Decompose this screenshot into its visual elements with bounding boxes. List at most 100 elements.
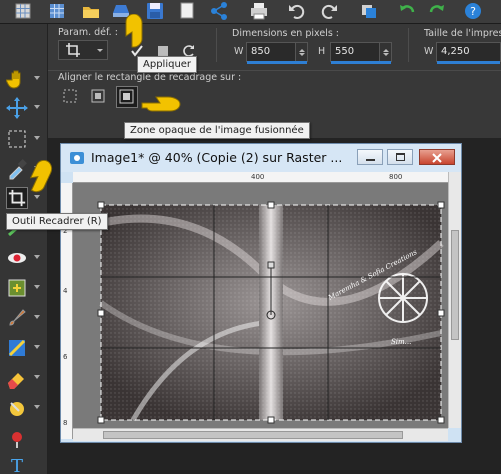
align-layer-icon [91,89,105,103]
text-frame-icon[interactable] [6,277,28,299]
fill-icon[interactable] [6,397,28,419]
print-icon[interactable] [250,2,268,20]
print-size-label: Taille de l'impression [424,28,501,39]
image-content [97,201,445,424]
grid-icon[interactable] [14,2,32,20]
window-title: Image1* @ 40% (Copie (2) sur Raster ... [91,150,343,165]
height-spinner[interactable] [379,43,391,61]
chevron-down-icon[interactable] [34,345,40,349]
ruler-label: 800 [389,173,403,181]
align-opaque-merged-button[interactable] [116,86,138,108]
clone-brush-icon[interactable] [6,337,28,359]
horizontal-ruler: 400 800 [73,172,448,183]
layers-icon[interactable] [360,2,378,20]
preset-dropdown[interactable] [58,40,108,60]
print-width-field[interactable]: 4,250 [436,42,501,64]
height-label: H [318,46,326,57]
minimize-button[interactable] [357,149,383,165]
width-spinner[interactable] [295,43,307,61]
app-root: ? Param. déf. : Dimensions en pixels : W… [0,0,501,474]
align-layer-button[interactable] [88,86,108,106]
print-width-label: W [424,46,434,57]
separator [408,28,409,62]
eraser-icon[interactable] [6,367,28,389]
print-width-slider-bar[interactable] [437,61,500,64]
pointer-hand-icon [125,14,143,48]
window-titlebar[interactable]: Image1* @ 40% (Copie (2) sur Raster ... [61,144,461,172]
width-slider-bar[interactable] [247,61,307,64]
eyedropper-icon[interactable] [6,158,28,180]
scrollbar-thumb[interactable] [103,431,403,439]
apply-tooltip: Appliquer [137,56,198,73]
grid-table-icon[interactable] [48,2,66,20]
width-value: 850 [251,46,271,57]
maximize-button[interactable] [387,149,413,165]
tool-options-bar: Param. déf. : Dimensions en pixels : W 8… [48,14,501,138]
ruler-label: 4 [63,287,68,295]
preset-label: Param. déf. : [58,27,118,38]
chevron-down-icon[interactable] [34,195,40,199]
forward-arrow-icon[interactable] [428,2,446,20]
red-eye-icon[interactable] [6,247,28,269]
back-arrow-icon[interactable] [398,2,416,20]
watermark-logo [378,273,428,323]
pointer-hand-icon [29,160,53,193]
folder-icon[interactable] [82,2,100,20]
move-icon[interactable] [6,97,28,119]
opaque-area-tooltip: Zone opaque de l'image fusionnée [124,122,310,139]
chevron-down-icon[interactable] [34,315,40,319]
chevron-down-icon[interactable] [34,105,40,109]
scrollbar-thumb[interactable] [451,230,459,340]
height-field[interactable]: 550 [330,42,392,64]
svg-text:?: ? [470,5,476,18]
ruler-label: 6 [63,353,68,361]
height-value: 550 [335,46,355,57]
watermark-signature: Sim... [391,338,412,346]
crop-tool-tooltip: Outil Recadrer (R) [6,213,108,230]
crop-tool-icon[interactable] [6,187,28,209]
ruler-label: 8 [63,419,68,427]
align-canvas-icon [63,89,77,103]
divider [48,70,501,71]
maximize-icon [396,153,405,161]
minimize-icon [366,159,375,161]
chevron-down-icon[interactable] [34,375,40,379]
svg-text:T: T [11,456,23,474]
undo-icon[interactable] [288,2,306,20]
crop-preset-icon [66,43,80,57]
print-width-value: 4,250 [441,46,470,57]
text-tool-icon[interactable]: T [6,454,28,474]
tools-palette: T [0,24,53,474]
image-canvas[interactable]: Maremha & Sofia Creations Sim... [73,183,448,428]
width-label: W [234,46,244,57]
document-icon [70,152,84,164]
chevron-down-icon[interactable] [34,76,40,80]
chevron-down-icon[interactable] [34,285,40,289]
selection-icon[interactable] [6,128,28,150]
align-canvas-button[interactable] [60,86,80,106]
image-window[interactable]: Image1* @ 40% (Copie (2) sur Raster ... … [60,143,462,443]
vertical-scrollbar[interactable] [448,172,461,428]
chevron-down-icon[interactable] [34,136,40,140]
align-opaque-icon [119,89,134,104]
align-crop-label: Aligner le rectangle de recadrage sur : [58,72,242,83]
chevron-down-icon[interactable] [34,405,40,409]
chevron-down-icon[interactable] [34,255,40,259]
ruler-label: 400 [251,173,265,181]
horizontal-scrollbar[interactable] [73,428,448,441]
pan-hand-icon[interactable] [6,68,28,90]
dimensions-label: Dimensions en pixels : [232,28,340,39]
shape-picker-icon[interactable] [6,427,28,449]
close-button[interactable] [419,149,455,165]
width-field[interactable]: 850 [246,42,308,64]
redo-icon[interactable] [320,2,338,20]
separator [216,28,217,62]
copy-icon[interactable] [178,2,196,20]
share-icon[interactable] [210,2,228,20]
close-icon [432,153,442,163]
help-icon[interactable]: ? [464,2,482,20]
height-slider-bar[interactable] [331,61,391,64]
pointer-hand-icon [141,96,181,112]
brush-icon[interactable] [6,307,28,329]
top-toolbar: ? [0,0,501,24]
